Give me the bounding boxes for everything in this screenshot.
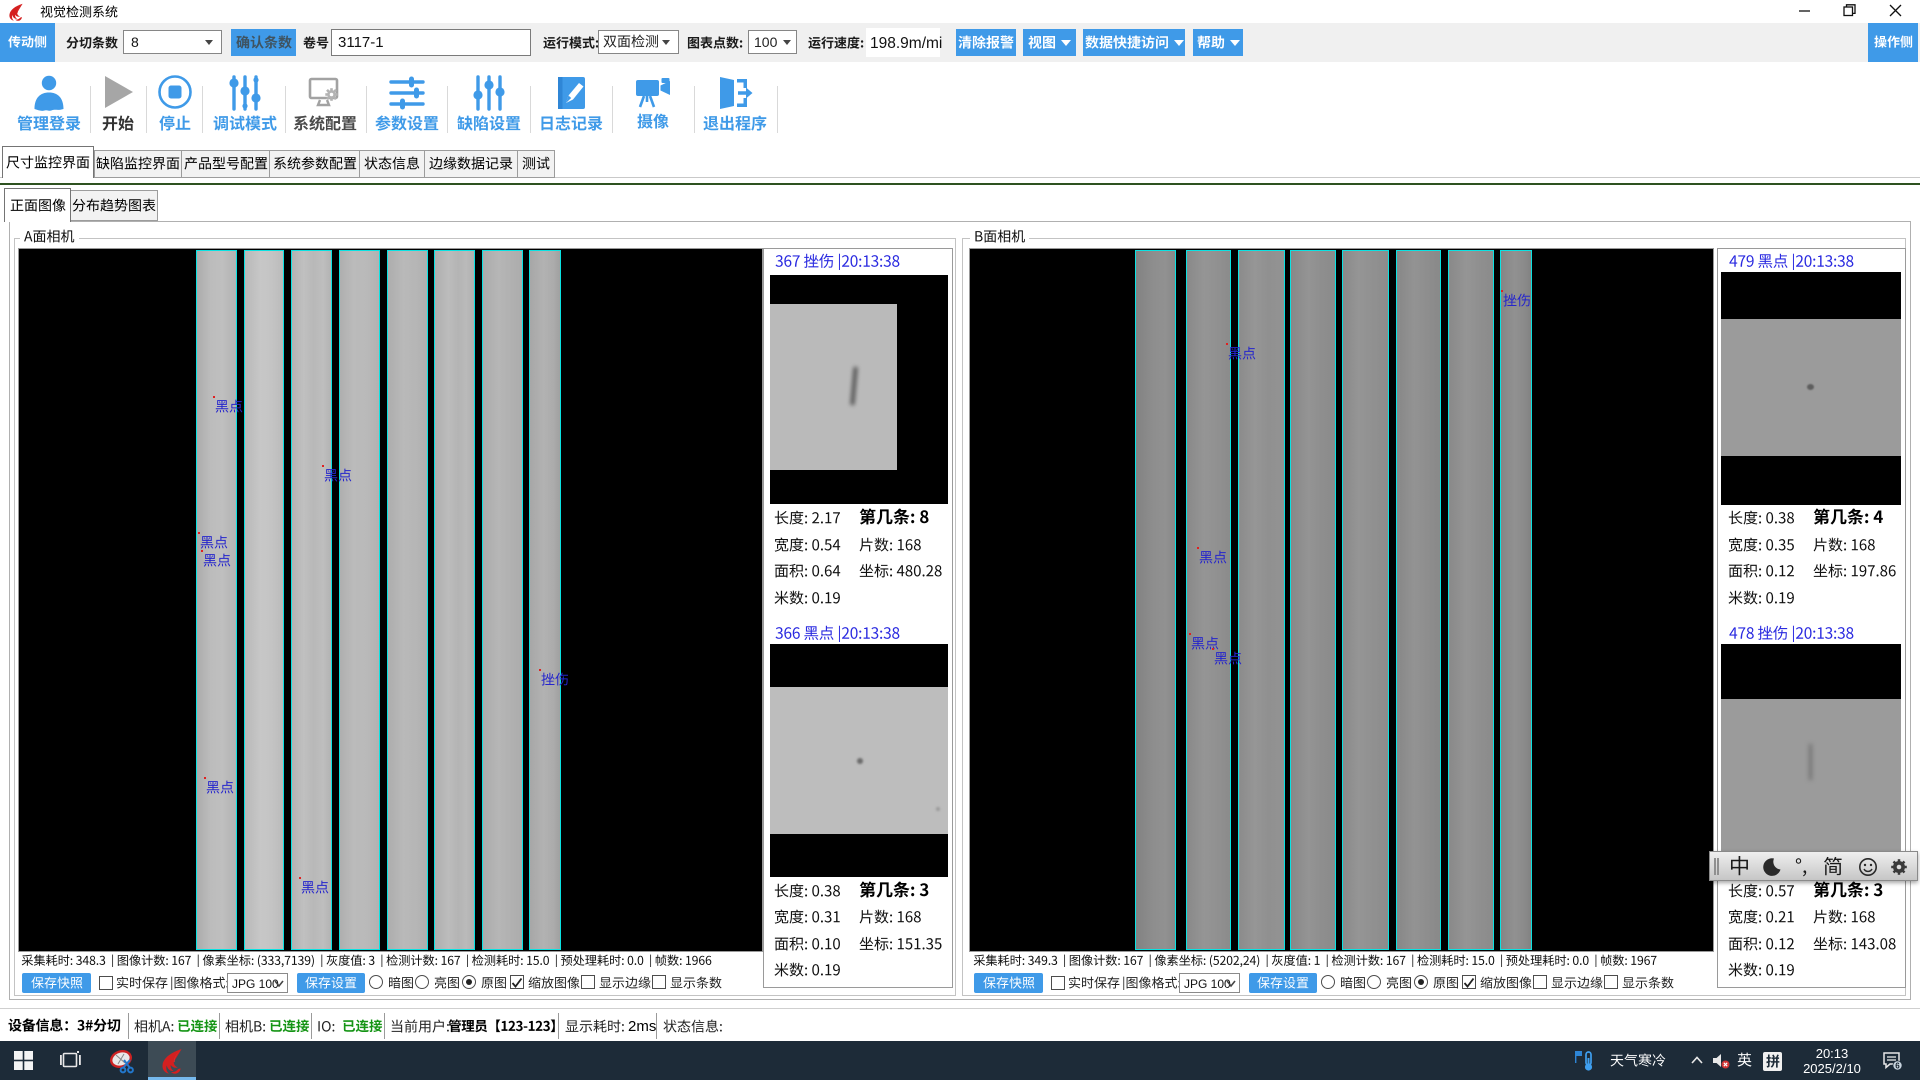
svg-text:6: 6 [1895, 1061, 1900, 1070]
